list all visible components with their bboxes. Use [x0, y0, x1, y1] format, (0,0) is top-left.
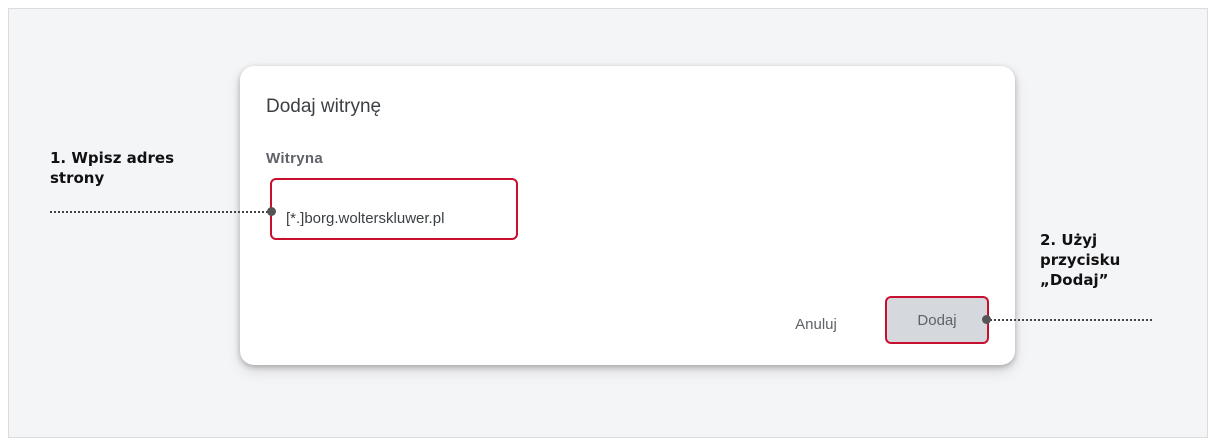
site-field-label: Witryna: [266, 150, 323, 167]
step1-connector-line: [50, 211, 272, 213]
dialog-title: Dodaj witrynę: [266, 96, 382, 117]
step2-connector-line: [990, 319, 1152, 321]
cancel-button[interactable]: Anuluj: [781, 306, 851, 342]
add-button[interactable]: Dodaj: [885, 296, 989, 344]
step2-connector-dot: [982, 315, 991, 324]
step1-annotation: 1. Wpisz adres strony: [50, 149, 175, 187]
site-input[interactable]: [270, 178, 518, 240]
step1-connector-dot: [267, 207, 276, 216]
step2-annotation: 2. Użyj przycisku „Dodaj”: [1040, 231, 1121, 289]
add-site-dialog: Dodaj witrynę Witryna Anuluj Dodaj: [240, 66, 1015, 365]
